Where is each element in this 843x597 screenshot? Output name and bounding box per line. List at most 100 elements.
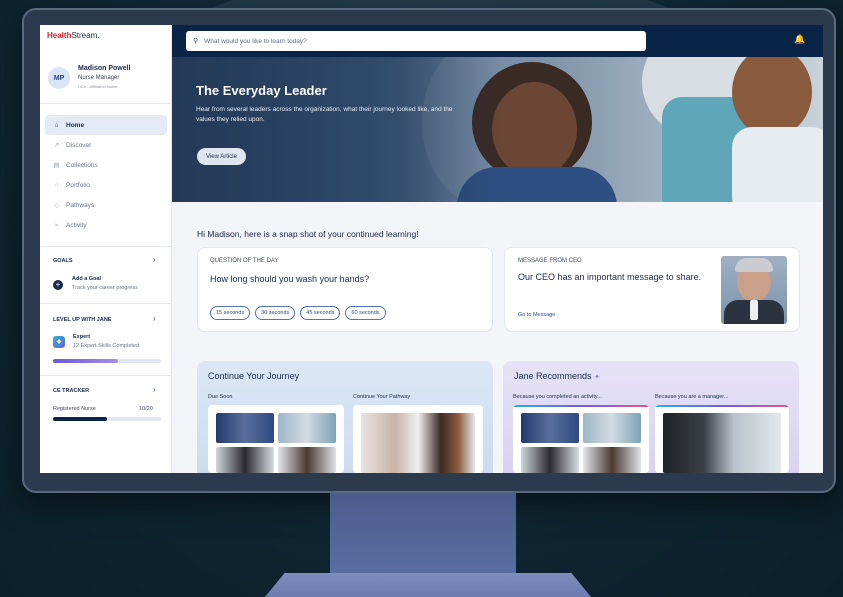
sidebar-item-collections[interactable]: ▤ Collections (45, 155, 167, 175)
expert-badge-label: Expert (73, 334, 91, 340)
search-icon: ⚲ (193, 38, 199, 45)
logo[interactable]: HealthStream. (47, 31, 99, 40)
ce-tracker-title: CE TRACKER (53, 388, 90, 394)
view-article-button[interactable]: View Article (197, 148, 246, 165)
greeting: Hi Madison, here is a snap shot of your … (197, 229, 419, 239)
sparkle-icon: ✦ (594, 374, 600, 381)
hero-photo-colleague2-coat (732, 127, 823, 202)
question-text: How long should you wash your hands? (210, 274, 370, 284)
jane-recommends-title: Jane Recommends ✦ (514, 371, 600, 381)
because-completed-label: Because you completed an activity... (513, 394, 602, 400)
sidebar-nav: ⌂ Home ↗ Discover ▤ Collections ○ Portfolio ◇ Pat… (45, 115, 167, 235)
monitor-base (265, 573, 591, 597)
hero-subtitle: Hear from several leaders across the org… (196, 106, 453, 123)
pathways-icon: ◇ (54, 202, 59, 209)
continue-journey-title: Continue Your Journey (208, 371, 300, 381)
sidebar-item-home[interactable]: ⌂ Home (45, 115, 167, 135)
sidebar-item-discover[interactable]: ↗ Discover (45, 135, 167, 155)
question-card: QUESTION OF THE DAY How long should you … (197, 247, 493, 332)
bell-icon[interactable]: 🔔 (794, 34, 805, 45)
recommended-manager-tile[interactable] (655, 405, 789, 473)
tile-photo-group (216, 447, 274, 473)
goals-chevron-icon[interactable]: › (153, 255, 156, 264)
activity-icon: ≈ (54, 221, 59, 229)
logo-red: Health (47, 31, 72, 40)
answer-options: 15 seconds 30 seconds 45 seconds 60 seconds (210, 306, 386, 320)
goals-title: GOALS (53, 258, 73, 264)
divider (40, 103, 172, 104)
search-input[interactable]: ⚲ What would you like to learn today? (186, 31, 646, 51)
portfolio-icon: ○ (54, 181, 59, 189)
divider (40, 375, 172, 376)
ceo-hair (735, 258, 773, 272)
go-to-message-link[interactable]: Go to Message (518, 312, 555, 318)
monitor-stand (330, 493, 516, 575)
home-icon: ⌂ (54, 121, 59, 129)
hero-photo-colleague2 (732, 57, 812, 137)
jane-recommends-label: Jane Recommends (514, 371, 592, 381)
due-soon-label: Due Soon (208, 394, 233, 400)
ceo-photo (721, 256, 787, 324)
ceo-message-card[interactable]: MESSAGE FROM CEO Our CEO has an importan… (504, 247, 800, 332)
tile-photo-presentation (663, 413, 781, 473)
tile-accent (513, 405, 649, 407)
sidebar-item-label: Collections (66, 161, 98, 169)
answer-option-button[interactable]: 45 seconds (300, 306, 341, 320)
expert-badge-subtitle: 12 Expert Skills Completed (73, 343, 140, 349)
ce-tracker-chevron-icon[interactable]: › (153, 385, 156, 394)
answer-option-button[interactable]: 60 seconds (345, 306, 386, 320)
tile-photo-clinic (278, 413, 336, 443)
level-up-title: LEVEL UP WITH JANE (53, 317, 112, 323)
sidebar-item-portfolio[interactable]: ○ Portfolio (45, 175, 167, 195)
user-role: Nurse Manager (78, 75, 120, 81)
divider (40, 246, 172, 247)
tile-photo-team (216, 413, 274, 443)
ceo-message-header: MESSAGE FROM CEO (518, 258, 582, 264)
sidebar: HealthStream. MP Madison Powell Nurse Ma… (40, 25, 172, 473)
add-goal-subtitle: Track your career progress (72, 285, 138, 291)
ce-tracker-progress-bar (53, 417, 161, 421)
sidebar-item-label: Pathways (66, 201, 95, 209)
sidebar-item-activity[interactable]: ≈ Activity (45, 215, 167, 235)
avatar: MP (48, 67, 70, 89)
hero-photo-face (492, 82, 577, 177)
top-bar: ⚲ What would you like to learn today? 🔔 (172, 25, 823, 57)
screen: HealthStream. MP Madison Powell Nurse Ma… (40, 25, 823, 473)
add-goal-button[interactable]: Add a Goal (72, 276, 101, 282)
tile-accent (655, 405, 789, 407)
user-profile[interactable]: MP Madison Powell Nurse Manager HCA - Af… (48, 65, 166, 95)
sidebar-item-label: Discover (66, 141, 92, 149)
add-goal-icon[interactable]: + (53, 280, 63, 290)
logo-text: Stream. (71, 31, 100, 40)
hero-title: The Everyday Leader (196, 83, 327, 98)
hero-banner: The Everyday Leader Hear from several le… (172, 57, 823, 202)
sidebar-item-label: Activity (66, 221, 87, 229)
tile-photo-clinic (583, 413, 641, 443)
sidebar-item-pathways[interactable]: ◇ Pathways (45, 195, 167, 215)
sidebar-item-label: Portfolio (66, 181, 90, 189)
ce-tracker-progress-fill (53, 417, 107, 421)
divider (40, 303, 172, 304)
recommended-activity-tile[interactable] (513, 405, 649, 473)
tile-photo-group (521, 447, 579, 473)
due-soon-tile[interactable] (208, 405, 344, 473)
ceo-shirt (750, 300, 758, 320)
user-org: HCA - Affiliation Name (78, 84, 118, 89)
collections-icon: ▤ (53, 162, 60, 169)
ce-tracker-count: 10/20 (139, 406, 153, 412)
because-manager-label: Because you are a manager... (655, 394, 729, 400)
user-name: Madison Powell (78, 65, 131, 72)
ceo-message-text: Our CEO has an important message to shar… (518, 272, 702, 282)
hero-shade (172, 57, 502, 202)
ce-tracker-label: Registered Nurse (53, 406, 96, 412)
search-placeholder: What would you like to learn today? (204, 37, 307, 45)
continue-pathway-tile[interactable] (353, 405, 483, 473)
level-up-progress-fill (53, 359, 118, 363)
jane-recommends-panel: Jane Recommends ✦ Because you completed … (503, 361, 799, 473)
tile-photo-staff (583, 447, 641, 473)
level-up-chevron-icon[interactable]: › (153, 314, 156, 323)
answer-option-button[interactable]: 30 seconds (255, 306, 296, 320)
answer-option-button[interactable]: 15 seconds (210, 306, 251, 320)
tile-photo-staff (278, 447, 336, 473)
compass-icon: ↗ (53, 142, 60, 149)
